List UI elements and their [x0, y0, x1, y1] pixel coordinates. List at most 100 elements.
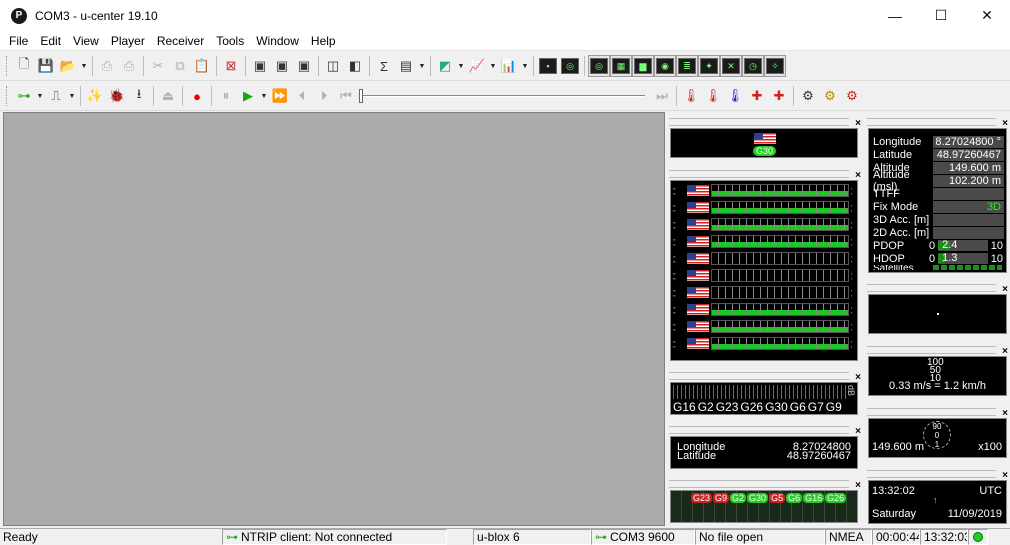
view-deviation-icon[interactable]: ✕ [720, 55, 742, 77]
print-preview-icon[interactable]: ⎙ [118, 55, 140, 77]
table-view-dropdown-icon[interactable]: ▼ [417, 55, 427, 77]
play-icon[interactable]: ▶ [237, 85, 259, 107]
fast-forward-icon[interactable]: ⏩ [269, 85, 291, 107]
position-dot [937, 313, 939, 315]
pdop-max: 10 [990, 239, 1003, 252]
new-document-icon[interactable]: 🗋 [13, 55, 35, 77]
status-port[interactable]: ⊶ COM3 9600 [591, 529, 695, 545]
view-speed-icon[interactable]: ✧ [764, 55, 786, 77]
slider-thumb[interactable] [359, 89, 363, 103]
playback-slider[interactable] [359, 85, 649, 107]
record-icon[interactable]: ● [186, 85, 208, 107]
maximize-button[interactable]: ☐ [918, 0, 964, 31]
docking-window-2-icon[interactable]: ▣ [271, 55, 293, 77]
debug-bug-icon[interactable]: 🐞 [106, 85, 128, 107]
menu-edit[interactable]: Edit [34, 31, 67, 51]
warmstart-icon[interactable]: 🌡 [702, 85, 724, 107]
toolbar-separator [533, 56, 534, 76]
step-forward-icon[interactable]: ⏵ [313, 85, 335, 107]
google-earth-icon[interactable]: ▪ [537, 55, 559, 77]
packet-console-icon[interactable]: ◫ [322, 55, 344, 77]
docking-window-3-icon[interactable]: ▣ [293, 55, 315, 77]
chart-dropdown-icon[interactable]: ▼ [488, 55, 498, 77]
panel-gripper[interactable]: × [669, 170, 861, 181]
position-panel: × Longitude 8.27024800 Latitude 48.9726046… [667, 422, 863, 472]
map-dropdown-icon[interactable]: ▼ [456, 55, 466, 77]
config-gear-icon[interactable]: ⚙ [797, 85, 819, 107]
copy-icon[interactable]: ⧉ [169, 55, 191, 77]
table-view-icon[interactable]: ▤ [395, 55, 417, 77]
docking-window-icon[interactable]: ▣ [249, 55, 271, 77]
open-dropdown-icon[interactable]: ▼ [79, 55, 89, 77]
eject-icon[interactable]: ⏏ [157, 85, 179, 107]
window-controls: — ☐ ✕ [872, 0, 1010, 31]
step-back-icon[interactable]: ⏴ [291, 85, 313, 107]
close-button[interactable]: ✕ [964, 0, 1010, 31]
open-folder-icon[interactable]: 📂 [57, 55, 79, 77]
rewind-start-icon[interactable]: ⏮ [335, 85, 357, 107]
toolbar-separator [793, 86, 794, 106]
coldstart-icon[interactable]: 🌡 [724, 85, 746, 107]
nav-label: 3D Acc. [m] [873, 213, 930, 226]
menu-file[interactable]: File [3, 31, 34, 51]
view-clock-icon[interactable]: ◷ [742, 55, 764, 77]
hotstart-icon[interactable]: 🌡 [680, 85, 702, 107]
menu-receiver[interactable]: Receiver [151, 31, 210, 51]
clear-log-icon[interactable]: ⊠ [220, 55, 242, 77]
histogram-view-icon[interactable]: 📊 [498, 55, 520, 77]
menu-help[interactable]: Help [305, 31, 342, 51]
pause-icon[interactable]: ⏸ [215, 85, 237, 107]
mdi-workspace[interactable] [3, 112, 665, 526]
autobauding-wand-icon[interactable]: ✨ [84, 85, 106, 107]
view-signal-icon[interactable]: ▦ [610, 55, 632, 77]
panel-gripper[interactable]: × [867, 284, 1008, 295]
view-satellite-level-icon[interactable]: ◎ [588, 55, 610, 77]
panel-gripper[interactable]: × [669, 118, 861, 129]
menu-window[interactable]: Window [250, 31, 305, 51]
panel-gripper[interactable]: × [669, 426, 861, 437]
panel-gripper[interactable]: × [867, 470, 1008, 481]
altimeter-value: 149.600 m [872, 441, 924, 453]
play-dropdown-icon[interactable]: ▼ [259, 85, 269, 107]
paste-icon[interactable]: 📋 [191, 55, 213, 77]
map-view-icon[interactable]: ◩ [434, 55, 456, 77]
view-data-icon[interactable]: ≣ [676, 55, 698, 77]
panel-gripper[interactable]: × [669, 372, 861, 383]
baudrate-icon[interactable]: ⎍ [45, 85, 67, 107]
panel-gripper[interactable]: × [669, 480, 861, 491]
skip-end-icon[interactable]: ⏭ [651, 85, 673, 107]
menu-player[interactable]: Player [105, 31, 151, 51]
cut-icon[interactable]: ✂ [147, 55, 169, 77]
menu-tools[interactable]: Tools [210, 31, 250, 51]
clock-zone: UTC [979, 485, 1002, 497]
sky-plot-icon[interactable]: ◎ [559, 55, 581, 77]
minimize-button[interactable]: — [872, 0, 918, 31]
connection-icon[interactable]: ⊶ [13, 85, 35, 107]
view-bar-chart-icon[interactable]: ▆ [632, 55, 654, 77]
view-compass-icon[interactable]: ✦ [698, 55, 720, 77]
sky-sat-label: G5 [769, 493, 786, 503]
config-gear-3-icon[interactable]: ⚙ [841, 85, 863, 107]
panel-gripper[interactable]: × [867, 346, 1008, 357]
main-toolbar: 🗋 💾 📂 ▼ ⎙ ⎙ ✂ ⧉ 📋 ⊠ ▣ ▣ ▣ ◫ ◧ Σ ▤ ▼ ◩ ▼ … [0, 52, 1010, 81]
aiding-add-icon[interactable]: ✚ [746, 85, 768, 107]
config-gear-2-icon[interactable]: ⚙ [819, 85, 841, 107]
view-world-icon[interactable]: ◉ [654, 55, 676, 77]
baudrate-dropdown-icon[interactable]: ▼ [67, 85, 77, 107]
print-icon[interactable]: ⎙ [96, 55, 118, 77]
toolbar-separator [153, 86, 154, 106]
connection-dropdown-icon[interactable]: ▼ [35, 85, 45, 107]
menu-view[interactable]: View [67, 31, 105, 51]
binary-console-icon[interactable]: ◧ [344, 55, 366, 77]
download-icon[interactable]: ⭳ [128, 85, 150, 107]
toolbar-grip[interactable] [6, 86, 9, 106]
histogram-dropdown-icon[interactable]: ▼ [520, 55, 530, 77]
save-icon[interactable]: 💾 [35, 55, 57, 77]
aiding-upload-icon[interactable]: ✚ [768, 85, 790, 107]
toolbar-grip[interactable] [6, 56, 9, 76]
chart-view-icon[interactable]: 📈 [466, 55, 488, 77]
panel-gripper[interactable]: × [867, 118, 1008, 129]
status-ntrip[interactable]: ⊶ NTRIP client: Not connected [222, 529, 447, 545]
panel-gripper[interactable]: × [867, 408, 1008, 419]
statistics-icon[interactable]: Σ [373, 55, 395, 77]
